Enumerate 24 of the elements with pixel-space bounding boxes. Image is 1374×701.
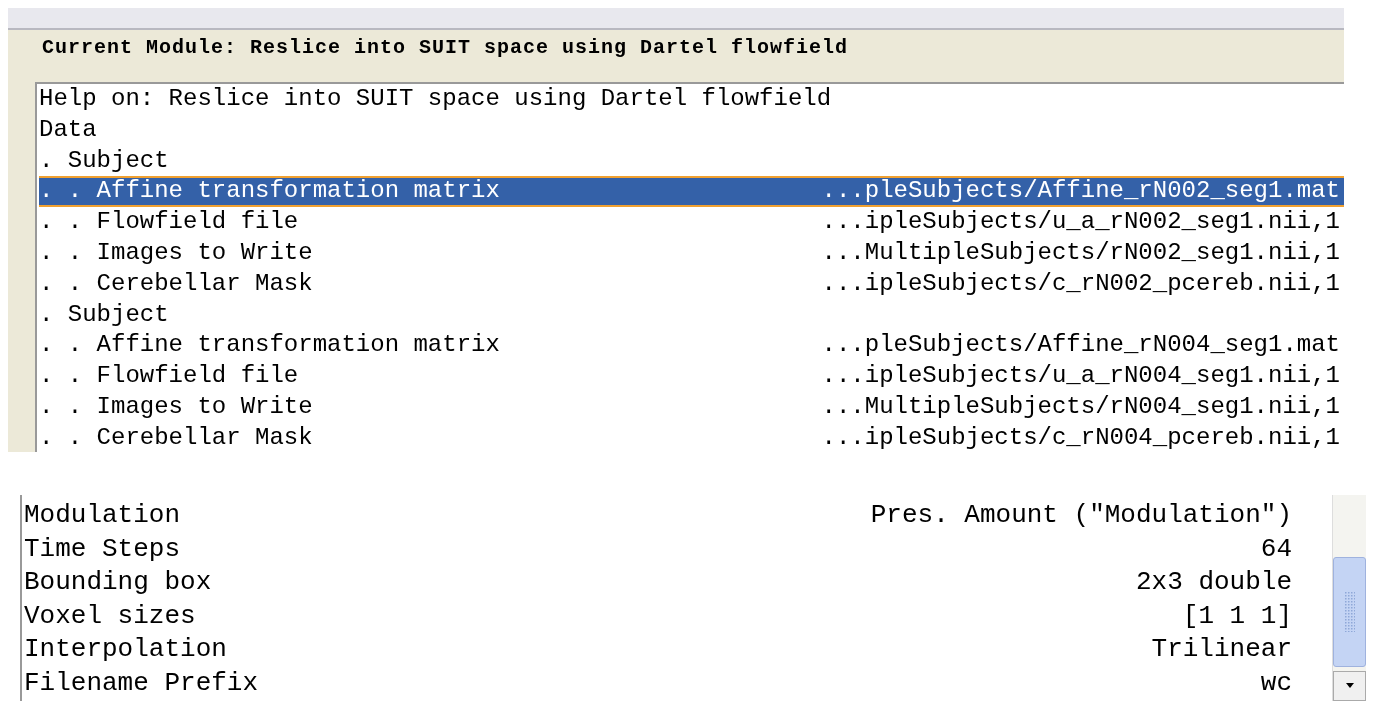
tree-item[interactable]: . . Images to Write ...MultipleSubjects/rN004_seg1.nii,1: [39, 391, 1344, 423]
grip-icon: [1344, 592, 1355, 632]
tree-item[interactable]: . . Images to Write ...MultipleSubjects/rN002_seg1.nii,1: [39, 238, 1344, 269]
option-row[interactable]: Bounding box 2x3 double: [22, 566, 1292, 600]
tree-item[interactable]: Data: [39, 114, 1344, 146]
down-arrow-icon: [1343, 682, 1356, 690]
option-row[interactable]: Time Steps 64: [22, 532, 1292, 566]
option-row[interactable]: Interpolation Trilinear: [22, 633, 1292, 667]
current-module-title: Current Module: Reslice into SUIT space using Dartel flowfield: [41, 35, 850, 61]
tree-item[interactable]: . . Cerebellar Mask ...ipleSubjects/c_rN004_pcereb.nii,1: [39, 422, 1344, 452]
tree-item[interactable]: . . Affine transformation matrix ...pleSubjects/Affine_rN004_seg1.mat: [39, 330, 1344, 362]
tree-item[interactable]: . . Flowfield file ...ipleSubjects/u_a_rN002_seg1.nii,1: [39, 207, 1344, 238]
scrollbar[interactable]: [1332, 495, 1366, 701]
help-line: Help on: Reslice into SUIT space using Dartel flowfield: [39, 84, 833, 114]
option-row[interactable]: Voxel sizes [1 1 1]: [22, 599, 1292, 633]
tree-item[interactable]: . Subject: [39, 299, 1344, 331]
tree-item[interactable]: . . Affine transformation matrix ...pleSubjects/Affine_rN002_seg1.mat: [39, 176, 1344, 208]
tree-item[interactable]: . . Cerebellar Mask ...ipleSubjects/c_rN002_pcereb.nii,1: [39, 268, 1344, 300]
tree-item[interactable]: . Subject: [39, 145, 1344, 177]
scroll-down-button[interactable]: [1333, 671, 1366, 701]
option-row[interactable]: Filename Prefix wc: [22, 666, 1292, 700]
option-row[interactable]: Modulation Pres. Amount ("Modulation"): [22, 499, 1292, 533]
scroll-thumb[interactable]: [1333, 557, 1366, 667]
tree-item[interactable]: . . Flowfield file ...ipleSubjects/u_a_rN004_seg1.nii,1: [39, 361, 1344, 392]
